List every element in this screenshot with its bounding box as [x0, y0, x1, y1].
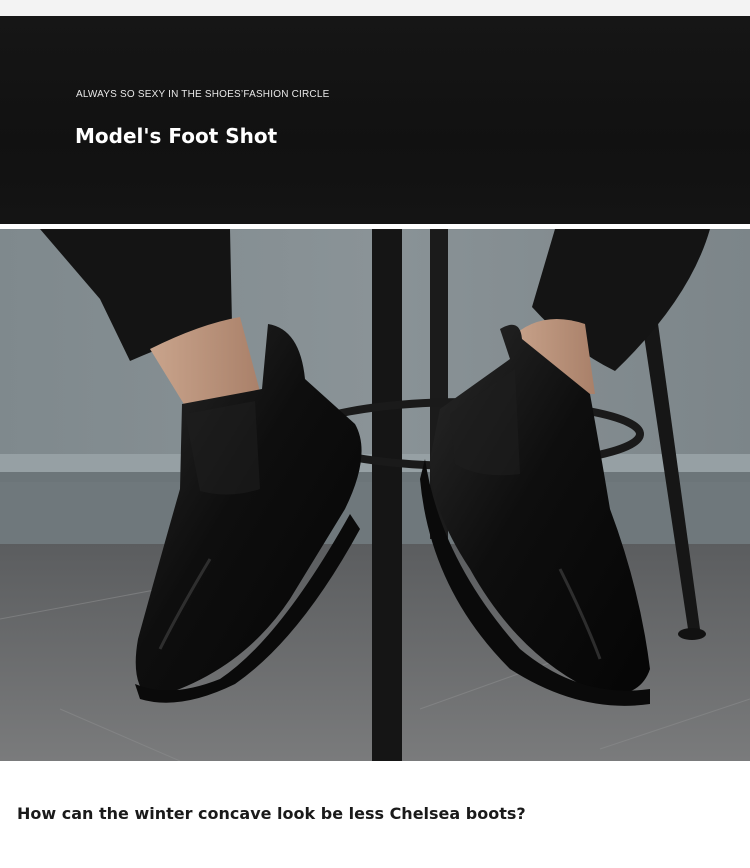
chelsea-boots-photo	[0, 229, 750, 761]
banner-tagline: ALWAYS SO SEXY IN THE SHOES’FASHION CIRC…	[76, 89, 330, 100]
product-photo	[0, 229, 750, 761]
top-strip	[0, 0, 750, 16]
section-title: Model's Foot Shot	[75, 124, 278, 148]
caption-text: How can the winter concave look be less …	[17, 804, 526, 823]
section-banner: ALWAYS SO SEXY IN THE SHOES’FASHION CIRC…	[0, 16, 750, 224]
